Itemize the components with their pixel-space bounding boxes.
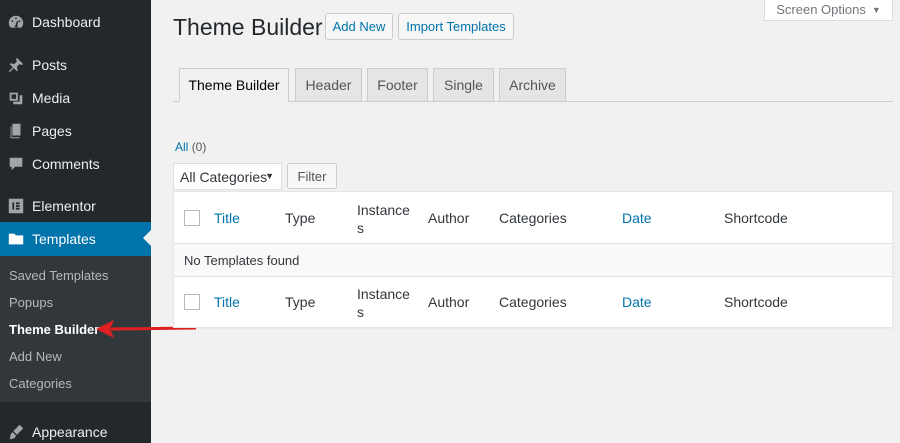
screen-options-label: Screen Options: [776, 2, 866, 17]
menu-label: Comments: [32, 155, 100, 172]
table-header-row: Title Type Instance s Author Categories …: [174, 192, 892, 244]
menu-item-templates[interactable]: Templates: [0, 222, 151, 256]
menu-item-posts[interactable]: Posts: [0, 48, 151, 81]
column-author: Author: [428, 210, 470, 226]
templates-table: Title Type Instance s Author Categories …: [173, 191, 893, 328]
table-footer-row: Title Type Instance s Author Categories …: [174, 277, 892, 328]
column-type: Type: [285, 210, 316, 226]
menu-label: Dashboard: [32, 13, 101, 30]
menu-label: Templates: [32, 231, 96, 247]
column-instances: Instance s: [357, 201, 410, 237]
column-instances-footer: Instance s: [357, 285, 410, 321]
menu-item-media[interactable]: Media: [0, 81, 151, 114]
submenu-add-new[interactable]: Add New: [9, 349, 62, 364]
table-row: No Templates found: [174, 244, 892, 277]
add-new-button[interactable]: Add New: [325, 13, 393, 40]
admin-sidebar: Dashboard Posts Media Pages Comments Ele…: [0, 0, 151, 443]
column-author-footer: Author: [428, 294, 470, 310]
column-categories-footer: Categories: [499, 294, 567, 310]
brush-icon: [0, 423, 32, 441]
media-icon: [0, 89, 32, 107]
column-instances-line2: s: [357, 220, 364, 236]
tab-footer[interactable]: Footer: [367, 68, 428, 102]
category-select[interactable]: All Categories ▼: [173, 163, 282, 190]
tab-theme-builder[interactable]: Theme Builder: [179, 68, 289, 102]
pin-icon: [0, 56, 32, 74]
column-instances-line1: Instance: [357, 202, 410, 218]
column-shortcode: Shortcode: [724, 210, 788, 226]
menu-item-appearance[interactable]: Appearance: [0, 415, 151, 443]
tab-single[interactable]: Single: [433, 68, 494, 102]
column-type-footer: Type: [285, 294, 316, 310]
tab-header[interactable]: Header: [295, 68, 362, 102]
filter-button[interactable]: Filter: [287, 163, 337, 189]
menu-item-comments[interactable]: Comments: [0, 147, 151, 180]
select-all-checkbox[interactable]: [184, 210, 200, 226]
folder-icon: [0, 230, 32, 248]
column-categories: Categories: [499, 210, 567, 226]
menu-item-dashboard[interactable]: Dashboard: [0, 5, 151, 38]
view-all-label: All: [175, 140, 189, 154]
column-title-footer[interactable]: Title: [214, 293, 240, 311]
page-title: Theme Builder: [173, 14, 323, 40]
category-select-value: All Categories: [180, 168, 268, 185]
column-instances-footer-line2: s: [357, 304, 364, 320]
column-instances-footer-line1: Instance: [357, 286, 410, 302]
submenu-popups[interactable]: Popups: [9, 295, 53, 310]
active-pointer: [143, 230, 151, 246]
column-shortcode-footer: Shortcode: [724, 294, 788, 310]
tab-archive[interactable]: Archive: [499, 68, 566, 102]
menu-label: Media: [32, 89, 71, 106]
column-date[interactable]: Date: [622, 209, 652, 227]
pages-icon: [0, 122, 32, 140]
submenu-saved-templates[interactable]: Saved Templates: [9, 268, 109, 283]
caret-down-icon: ▼: [871, 4, 881, 15]
elementor-icon: [0, 197, 32, 215]
dashboard-icon: [0, 13, 32, 31]
submenu-categories[interactable]: Categories: [9, 376, 72, 391]
menu-label: Elementor: [32, 197, 96, 214]
select-all-checkbox-footer[interactable]: [184, 294, 200, 310]
caret-down-icon: ▼: [265, 171, 274, 181]
column-date-footer[interactable]: Date: [622, 293, 652, 311]
view-all-link[interactable]: All (0): [175, 140, 206, 154]
menu-label: Appearance: [32, 423, 108, 440]
menu-label: Pages: [32, 122, 72, 139]
menu-item-elementor[interactable]: Elementor: [0, 189, 151, 222]
screen-options-button[interactable]: Screen Options ▼: [764, 0, 893, 21]
comment-icon: [0, 155, 32, 173]
view-all-count: (0): [191, 140, 207, 154]
import-templates-button[interactable]: Import Templates: [398, 13, 514, 40]
submenu-theme-builder[interactable]: Theme Builder: [9, 322, 99, 337]
column-title[interactable]: Title: [214, 209, 240, 227]
empty-message: No Templates found: [184, 253, 300, 268]
menu-item-pages[interactable]: Pages: [0, 114, 151, 147]
menu-label: Posts: [32, 56, 68, 73]
